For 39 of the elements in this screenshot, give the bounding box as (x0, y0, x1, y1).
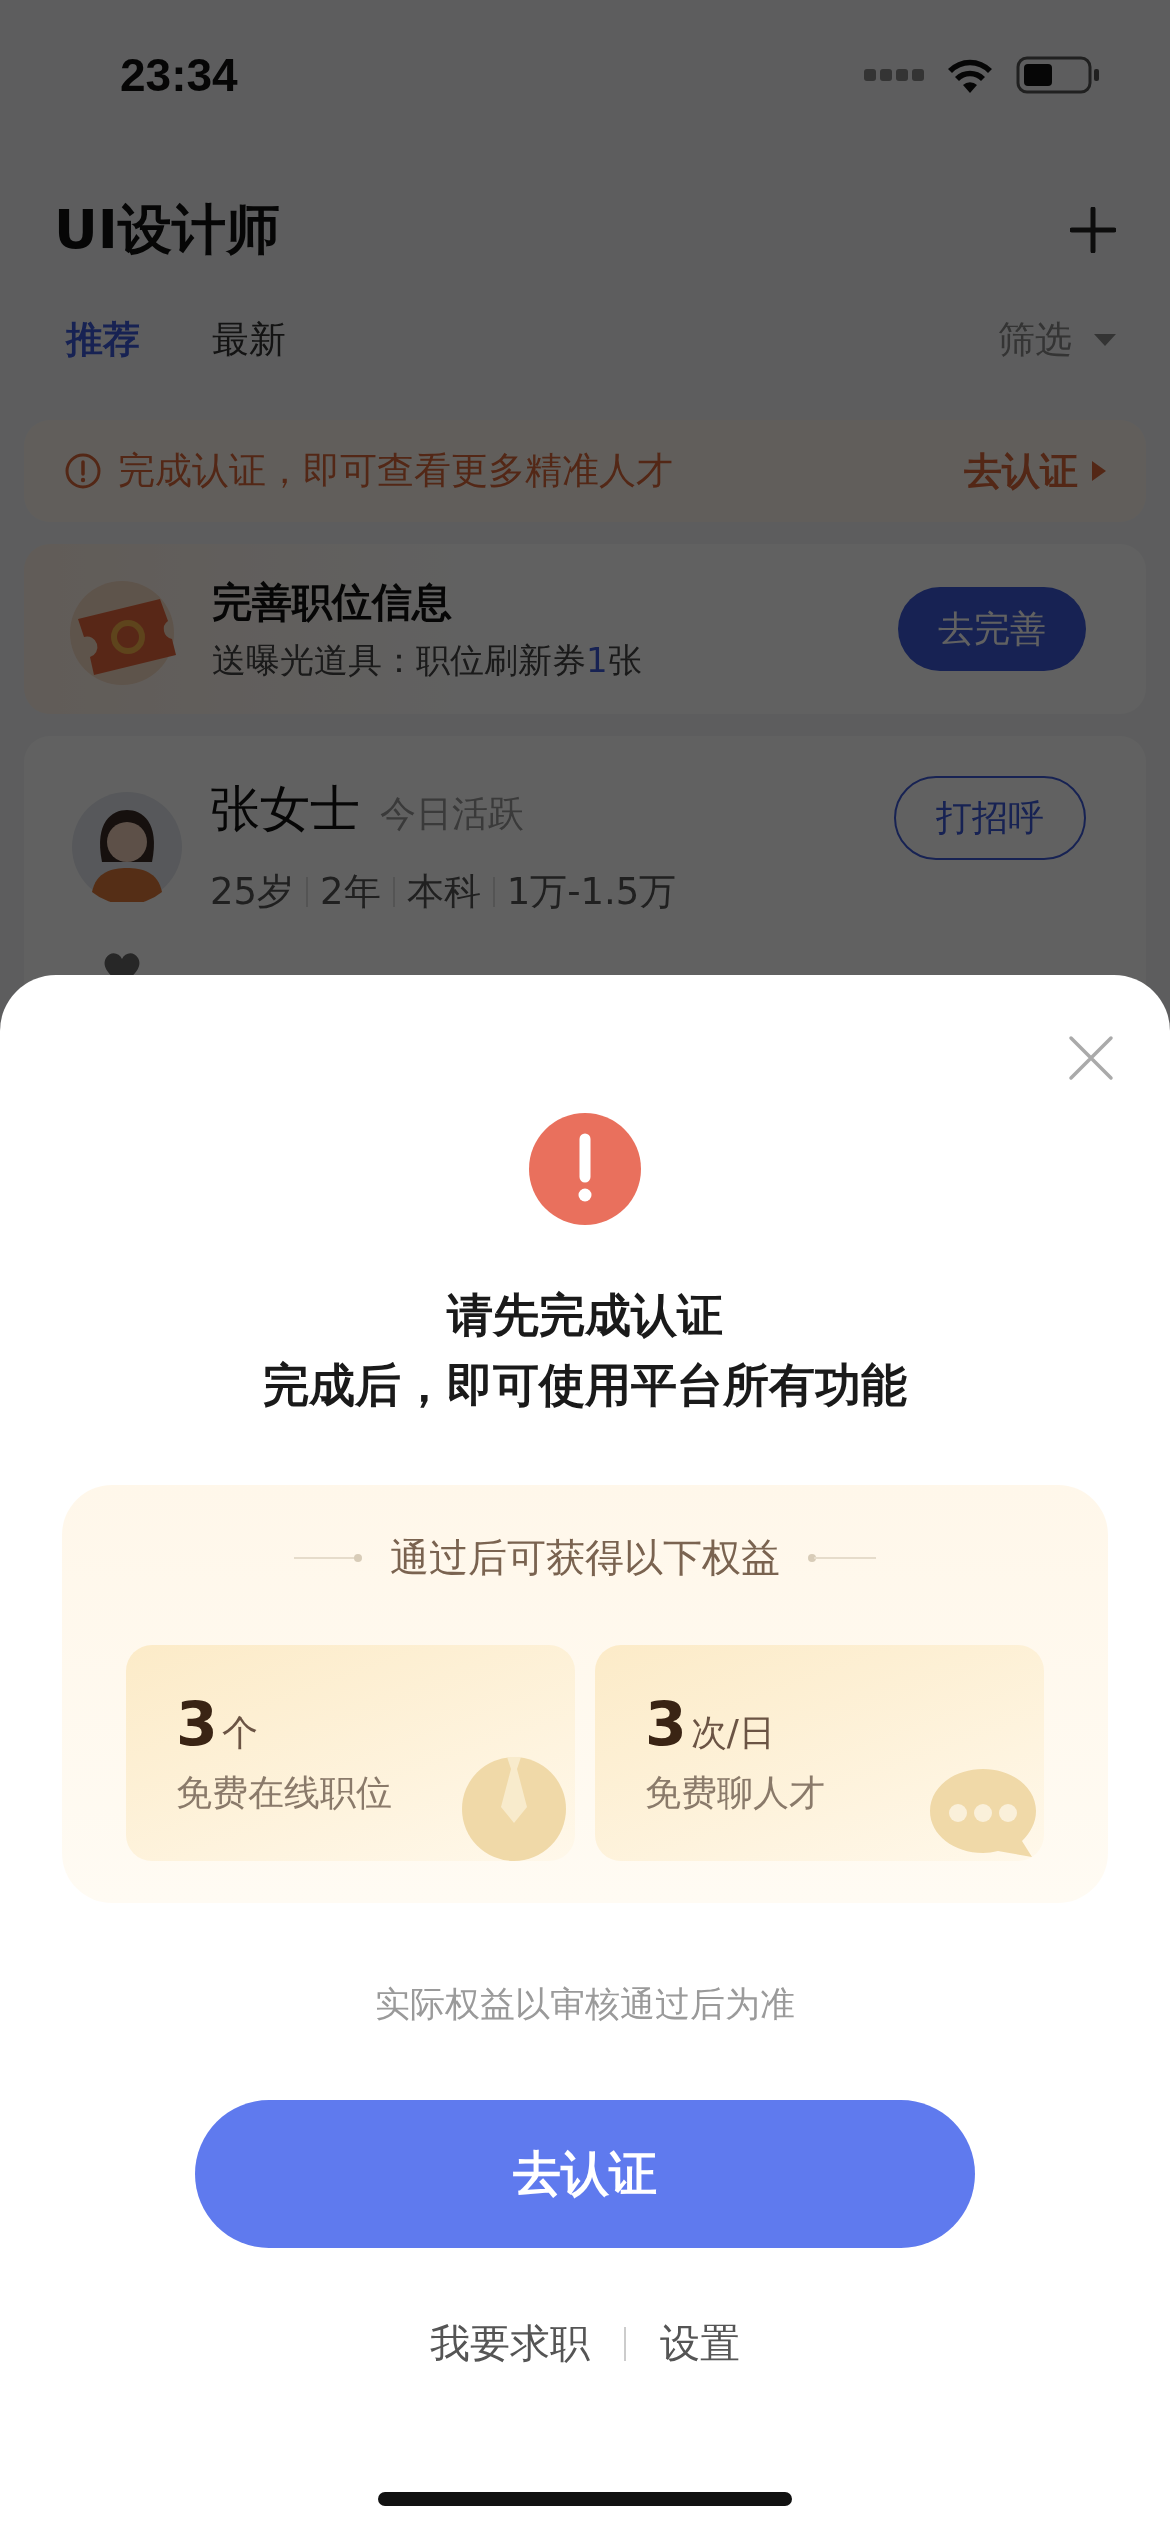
wifi-icon (946, 57, 994, 93)
dialog-title: 请先完成认证 (447, 1287, 723, 1344)
benefit-unit: 个 (221, 1711, 258, 1755)
greet-button[interactable]: 打招呼 (894, 776, 1086, 860)
decorative-line (294, 1553, 364, 1563)
verify-link[interactable]: 去认证 (964, 445, 1106, 497)
benefit-label: 免费在线职位 (176, 1771, 393, 1815)
caret-icon (1092, 461, 1106, 481)
tab[interactable]: 推荐 (66, 315, 140, 365)
candidate-tag: 25岁 (210, 867, 295, 917)
candidate-tag: 本科 (406, 867, 481, 917)
candidate-name: 张女士 (210, 779, 360, 840)
signal-icon (864, 67, 924, 83)
link-button[interactable]: 我要求职 (430, 2316, 590, 2371)
candidate-tag: 2年 (320, 867, 381, 917)
benefit-value: 3 (645, 1689, 687, 1759)
promo-subtitle: 送曝光道具：职位刷新券1张 (212, 638, 642, 682)
caret-icon (1094, 334, 1116, 346)
page-title: UI设计师 (54, 196, 280, 263)
dialog-subtitle: 完成后，即可使用平台所有功能 (263, 1357, 907, 1414)
tab[interactable]: 最新 (212, 315, 286, 365)
candidate-tag: 1万-1.5万 (506, 867, 677, 917)
warning-icon (529, 1113, 641, 1225)
note-text: 实际权益以审核通过后为准 (375, 1983, 795, 2026)
complete-button[interactable]: 去完善 (898, 587, 1086, 671)
add-icon[interactable] (1070, 207, 1116, 253)
status-time: 23:34 (120, 48, 238, 102)
close-icon[interactable] (1068, 1035, 1114, 1081)
decorative-line (806, 1553, 876, 1563)
benefits-title: 通过后可获得以下权益 (390, 1534, 780, 1582)
alert-icon (64, 452, 102, 490)
battery-icon (1016, 56, 1100, 94)
notice-text: 完成认证，即可查看更多精准人才 (118, 448, 673, 494)
benefit-label: 免费聊人才 (645, 1771, 826, 1815)
benefit-unit: 次/日 (690, 1711, 775, 1755)
verify-button[interactable]: 去认证 (195, 2100, 975, 2248)
benefit-value: 3 (176, 1689, 218, 1759)
link-button[interactable]: 设置 (660, 2316, 740, 2371)
promo-title: 完善职位信息 (212, 577, 453, 627)
